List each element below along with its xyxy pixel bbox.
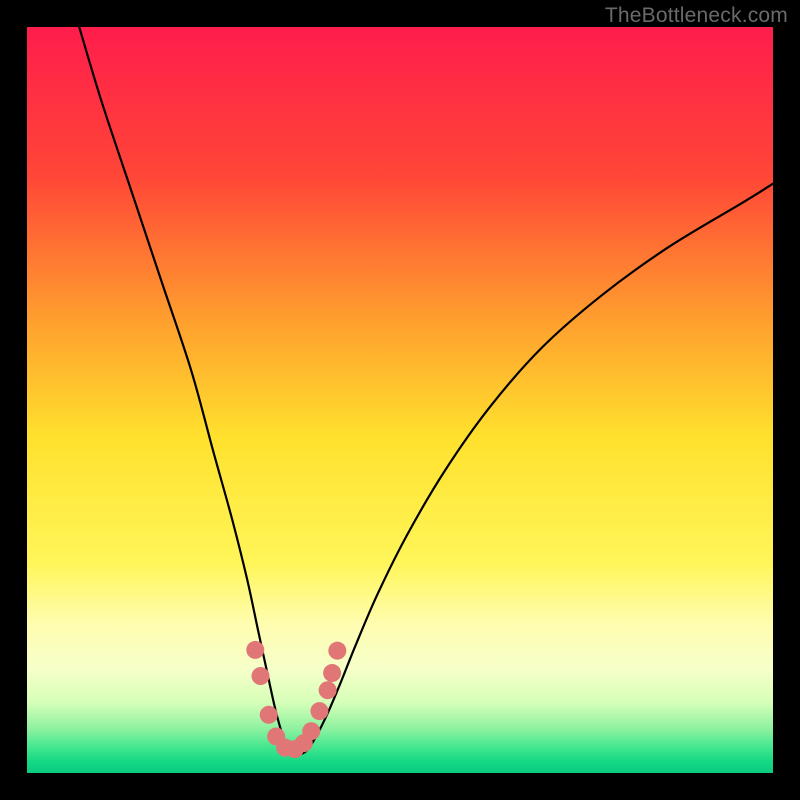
highlight-dot xyxy=(319,681,337,699)
plot-area xyxy=(27,27,773,773)
highlight-dot xyxy=(328,642,346,660)
chart-canvas xyxy=(27,27,773,773)
highlight-dot xyxy=(246,641,264,659)
gradient-background xyxy=(27,27,773,773)
highlight-dot xyxy=(302,722,320,740)
chart-frame: TheBottleneck.com xyxy=(0,0,800,800)
highlight-dot xyxy=(251,667,269,685)
highlight-dot xyxy=(323,664,341,682)
highlight-dot xyxy=(260,706,278,724)
watermark-text: TheBottleneck.com xyxy=(605,4,788,28)
highlight-dot xyxy=(310,702,328,720)
